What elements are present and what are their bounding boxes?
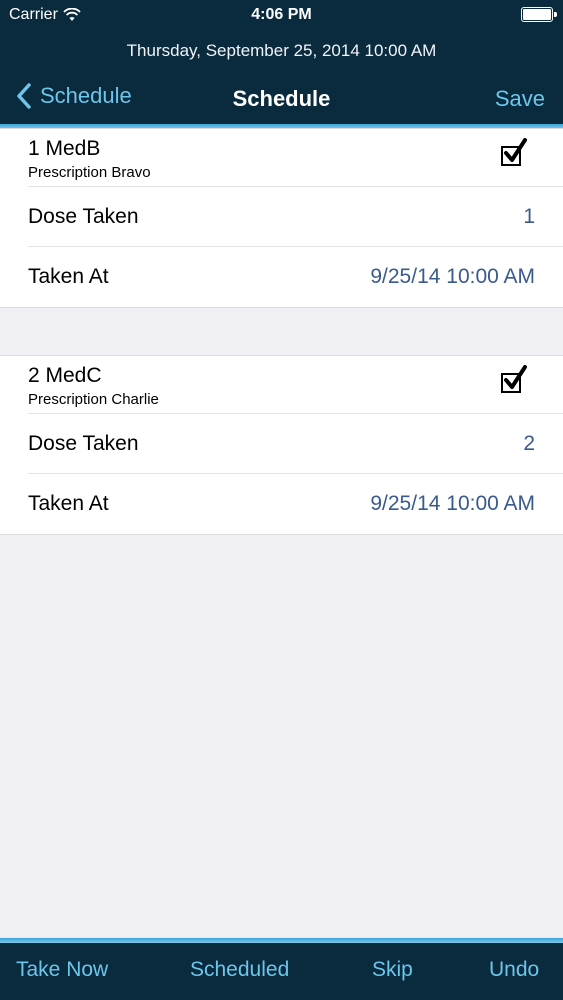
checkmark-icon — [504, 365, 527, 389]
page-title: Schedule — [232, 86, 331, 111]
dose-taken-row[interactable]: Dose Taken 2 — [28, 414, 563, 474]
dose-taken-value: 1 — [523, 205, 535, 228]
taken-checkbox[interactable] — [501, 365, 527, 393]
taken-at-row[interactable]: Taken At 9/25/14 10:00 AM — [28, 474, 563, 534]
medication-name: 2 MedC — [28, 364, 102, 387]
prescription-name: Prescription Bravo — [28, 164, 151, 181]
medication-name: 1 MedB — [28, 137, 101, 160]
checkmark-icon — [504, 138, 527, 162]
taken-checkbox[interactable] — [501, 138, 527, 166]
taken-at-row[interactable]: Taken At 9/25/14 10:00 AM — [28, 247, 563, 307]
dose-taken-value: 2 — [523, 432, 535, 455]
battery-icon — [521, 7, 557, 22]
status-time: 4:06 PM — [251, 6, 312, 23]
take-now-button[interactable]: Take Now — [16, 958, 108, 982]
scheduled-button[interactable]: Scheduled — [190, 958, 289, 982]
prescription-name: Prescription Charlie — [28, 391, 159, 408]
save-button[interactable]: Save — [495, 86, 545, 112]
medication-row[interactable]: 2 MedC Prescription Charlie — [28, 356, 563, 414]
app-header: Carrier 4:06 PM Thursday, September 25, … — [0, 0, 563, 124]
medication-section: 1 MedB Prescription Bravo Dose Taken 1 T… — [0, 128, 563, 308]
skip-button[interactable]: Skip — [372, 958, 413, 982]
taken-at-label: Taken At — [28, 492, 109, 515]
dose-taken-row[interactable]: Dose Taken 1 — [28, 187, 563, 247]
dose-taken-label: Dose Taken — [28, 432, 139, 455]
schedule-date: Thursday, September 25, 2014 10:00 AM — [126, 41, 437, 60]
medication-section: 2 MedC Prescription Charlie Dose Taken 2… — [0, 355, 563, 535]
undo-button[interactable]: Undo — [489, 958, 539, 982]
navigation-bar: Schedule Schedule Save — [0, 78, 563, 120]
taken-at-value: 9/25/14 10:00 AM — [370, 492, 535, 515]
taken-at-label: Taken At — [28, 265, 109, 288]
medication-row[interactable]: 1 MedB Prescription Bravo — [28, 129, 563, 187]
dose-taken-label: Dose Taken — [28, 205, 139, 228]
bottom-toolbar: Take Now Scheduled Skip Undo — [0, 943, 563, 1000]
taken-at-value: 9/25/14 10:00 AM — [370, 265, 535, 288]
status-bar: Carrier 4:06 PM — [0, 0, 563, 30]
